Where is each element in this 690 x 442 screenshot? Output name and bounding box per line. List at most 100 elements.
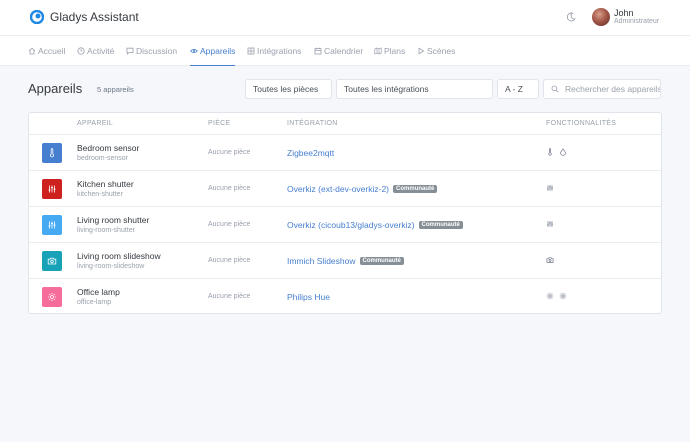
- search-input[interactable]: [565, 84, 660, 94]
- nav-accueil[interactable]: Accueil: [28, 36, 65, 66]
- device-selector: living-room-shutter: [77, 227, 135, 234]
- table-row[interactable]: Bedroom sensor bedroom-sensor Aucune piè…: [29, 135, 661, 171]
- device-name[interactable]: Living room slideshow: [77, 251, 161, 261]
- col-header-room: PIÈCE: [208, 120, 231, 127]
- sun-icon: [47, 292, 57, 302]
- device-icon: [42, 287, 62, 307]
- grid-icon: [247, 47, 255, 55]
- nav-plans[interactable]: Plans: [374, 36, 405, 66]
- map-icon: [374, 47, 382, 55]
- nav-scenes[interactable]: Scènes: [417, 36, 455, 66]
- sun-icon: [546, 292, 554, 300]
- device-integration: Overkiz (ext-dev-overkiz-2) Communauté: [287, 184, 438, 194]
- device-name[interactable]: Bedroom sensor: [77, 143, 139, 153]
- integration-link[interactable]: Philips Hue: [287, 292, 330, 302]
- device-room: Aucune pièce: [208, 149, 251, 156]
- table-row[interactable]: Living room slideshow living-room-slides…: [29, 243, 661, 279]
- device-count: 5 appareils: [97, 85, 134, 94]
- integration-link[interactable]: Immich Slideshow: [287, 256, 356, 266]
- community-badge: Communauté: [418, 221, 463, 229]
- user-name[interactable]: John: [614, 8, 634, 18]
- app-title[interactable]: Gladys Assistant: [50, 10, 139, 24]
- calendar-icon: [314, 47, 322, 55]
- nav-label: Calendrier: [324, 46, 364, 56]
- sliders-icon: [48, 221, 56, 229]
- user-role: Administrateur: [614, 18, 660, 25]
- device-name[interactable]: Kitchen shutter: [77, 179, 134, 189]
- device-icon: [42, 251, 62, 271]
- integration-filter-select[interactable]: Toutes les intégrations: [336, 79, 493, 99]
- devices-table: APPAREIL PIÈCE INTÉGRATION FONCTIONNALIT…: [28, 112, 662, 314]
- device-icon: [42, 179, 62, 199]
- search-icon: [551, 85, 559, 93]
- device-features: [546, 220, 559, 228]
- nav-label: Appareils: [200, 45, 236, 56]
- integration-link[interactable]: Overkiz (cicoub13/gladys-overkiz): [287, 220, 415, 230]
- sun-icon: [559, 292, 567, 300]
- camera-icon: [546, 257, 554, 263]
- nav-label: Accueil: [38, 46, 66, 56]
- device-room: Aucune pièce: [208, 257, 251, 264]
- droplet-icon: [560, 148, 566, 156]
- device-selector: office-lamp: [77, 299, 112, 306]
- device-icon: [42, 143, 62, 163]
- eye-icon: [190, 48, 198, 53]
- camera-icon: [47, 257, 57, 265]
- moon-icon[interactable]: [566, 12, 576, 22]
- home-icon: [28, 47, 36, 55]
- table-row[interactable]: Kitchen shutter kitchen-shutter Aucune p…: [29, 171, 661, 207]
- table-row[interactable]: Office lamp office-lamp Aucune pièce Phi…: [29, 279, 661, 315]
- col-header-features: FONCTIONNALITÉS: [546, 120, 617, 127]
- device-features: [546, 148, 572, 156]
- col-header-device: APPAREIL: [77, 120, 114, 127]
- page-title: Appareils: [28, 81, 83, 96]
- message-icon: [126, 47, 134, 55]
- nav-label: Scènes: [427, 46, 456, 56]
- device-integration: Zigbee2mqtt: [287, 148, 334, 158]
- user-avatar[interactable]: [592, 8, 610, 26]
- device-selector: bedroom-sensor: [77, 155, 128, 162]
- nav-activite[interactable]: Activité: [77, 36, 114, 66]
- device-room: Aucune pièce: [208, 293, 251, 300]
- device-integration: Immich Slideshow Communauté: [287, 256, 404, 266]
- device-name[interactable]: Office lamp: [77, 287, 120, 297]
- integration-link[interactable]: Zigbee2mqtt: [287, 148, 334, 158]
- device-integration: Philips Hue: [287, 292, 330, 302]
- device-selector: kitchen-shutter: [77, 191, 123, 198]
- nav-discussion[interactable]: Discussion: [126, 36, 177, 66]
- integration-link[interactable]: Overkiz (ext-dev-overkiz-2): [287, 184, 389, 194]
- device-name[interactable]: Living room shutter: [77, 215, 149, 225]
- sort-select[interactable]: A - Z: [497, 79, 539, 99]
- col-header-integration: INTÉGRATION: [287, 120, 338, 127]
- nav-label: Intégrations: [257, 46, 302, 56]
- main-nav: Accueil Activité Discussion Appareils In…: [0, 36, 690, 66]
- device-icon: [42, 215, 62, 235]
- nav-appareils[interactable]: Appareils: [190, 36, 236, 66]
- table-row[interactable]: Living room shutter living-room-shutter …: [29, 207, 661, 243]
- sliders-icon: [547, 185, 553, 191]
- gladys-logo-icon[interactable]: [30, 10, 44, 24]
- thermometer-icon: [548, 148, 552, 156]
- device-features: [546, 256, 559, 264]
- device-room: Aucune pièce: [208, 221, 251, 228]
- search-box[interactable]: [543, 79, 661, 99]
- device-selector: living-room-slideshow: [77, 263, 145, 270]
- sliders-icon: [547, 221, 553, 227]
- device-room: Aucune pièce: [208, 185, 251, 192]
- device-features: [546, 292, 572, 300]
- clock-icon: [77, 47, 85, 55]
- community-badge: Communauté: [393, 185, 438, 193]
- community-badge: Communauté: [359, 257, 404, 265]
- nav-label: Activité: [87, 46, 115, 56]
- nav-integrations[interactable]: Intégrations: [247, 36, 301, 66]
- thermometer-icon: [50, 148, 54, 158]
- room-filter-select[interactable]: Toutes les pièces: [245, 79, 332, 99]
- nav-calendrier[interactable]: Calendrier: [314, 36, 363, 66]
- device-features: [546, 184, 559, 192]
- nav-label: Discussion: [136, 46, 178, 56]
- top-bar: Gladys Assistant John Administrateur: [0, 0, 690, 36]
- play-icon: [418, 47, 425, 55]
- device-integration: Overkiz (cicoub13/gladys-overkiz) Commun…: [287, 220, 463, 230]
- sliders-icon: [48, 185, 56, 193]
- nav-label: Plans: [384, 46, 406, 56]
